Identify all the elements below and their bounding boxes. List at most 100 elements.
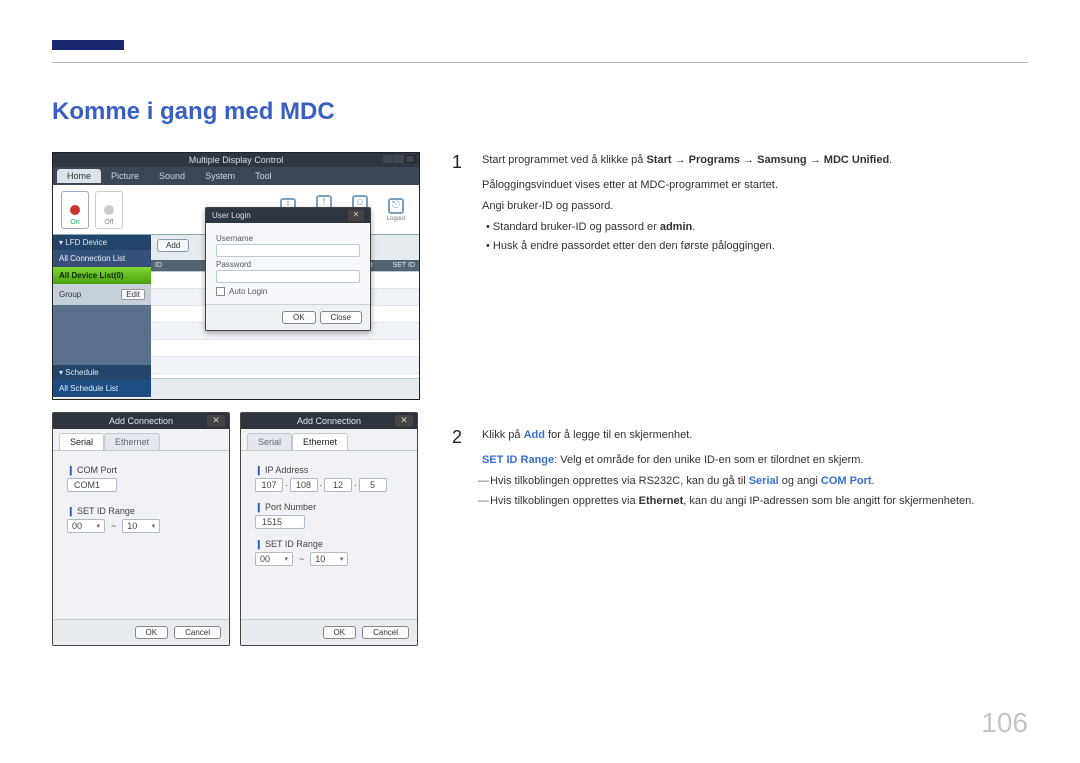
comport-keyword: COM Port bbox=[821, 475, 872, 487]
range-from-value: 00 bbox=[260, 554, 270, 564]
auto-login-checkbox[interactable] bbox=[216, 287, 225, 296]
range-from-stepper[interactable]: 00 ▾ bbox=[255, 552, 293, 566]
col-setid: SET ID bbox=[393, 262, 415, 269]
sidebar-all-device-list[interactable]: All Device List(0) bbox=[53, 267, 151, 284]
step1-para1: Påloggingsvinduet vises etter at MDC-pro… bbox=[482, 177, 1028, 194]
password-input[interactable] bbox=[216, 270, 360, 283]
range-from-stepper[interactable]: 00▾ bbox=[67, 519, 105, 533]
close-icon[interactable]: ✕ bbox=[207, 415, 225, 427]
tab-ethernet[interactable]: Ethernet bbox=[104, 433, 160, 450]
app-title: Multiple Display Control bbox=[189, 155, 284, 165]
close-icon[interactable]: ✕ bbox=[395, 415, 413, 427]
step-number: 1 bbox=[452, 152, 470, 257]
setid-range-text: : Velg et område for den unike ID-en som… bbox=[554, 454, 863, 466]
step1-lead: Start programmet ved å klikke på bbox=[482, 154, 646, 166]
minimize-icon[interactable] bbox=[383, 155, 393, 163]
step1-bullet2: Husk å endre passordet etter den den før… bbox=[486, 238, 1028, 255]
step-2: 2 Klikk på Add for å legge til en skjerm… bbox=[452, 427, 1028, 513]
sidebar-lfd-section[interactable]: ▾ LFD Device bbox=[53, 235, 151, 250]
chevron-updown-icon: ▾ bbox=[284, 555, 288, 563]
step-1: 1 Start programmet ved å klikke på Start… bbox=[452, 152, 1028, 257]
power-on-button[interactable]: On bbox=[61, 191, 89, 229]
add-connection-ethernet-dialog: Add Connection ✕ Serial Ethernet IP Addr… bbox=[240, 412, 418, 646]
ethernet-keyword: Ethernet bbox=[639, 495, 684, 507]
dialog-title: Add Connection bbox=[297, 416, 361, 426]
tab-picture[interactable]: Picture bbox=[101, 169, 149, 183]
login-dialog-title: User Login bbox=[212, 211, 251, 220]
step2-dash1: Hvis tilkoblingen opprettes via RS232C, … bbox=[492, 473, 1028, 490]
ok-button[interactable]: OK bbox=[323, 626, 357, 639]
add-connection-dialogs: Add Connection ✕ Serial Ethernet COM Por… bbox=[52, 412, 422, 646]
user-login-dialog: User Login ✕ Username Password Auto Logi… bbox=[205, 207, 371, 331]
username-input[interactable] bbox=[216, 244, 360, 257]
sidebar-group-row: Group Edit bbox=[53, 284, 151, 305]
dialog-title: Add Connection bbox=[109, 416, 173, 426]
ok-button[interactable]: OK bbox=[135, 626, 169, 639]
auto-login-label: Auto Login bbox=[229, 287, 267, 296]
main-tabs: Home Picture Sound System Tool bbox=[53, 167, 419, 185]
port-number-input[interactable]: 1515 bbox=[255, 515, 305, 529]
ip-oct4[interactable]: 5 bbox=[359, 478, 387, 492]
setid-range-keyword: SET ID Range bbox=[482, 454, 554, 466]
cancel-button[interactable]: Cancel bbox=[174, 626, 221, 639]
login-close-button[interactable]: Close bbox=[320, 311, 362, 324]
range-separator: ~ bbox=[299, 554, 304, 564]
chevron-updown-icon: ▾ bbox=[96, 522, 100, 530]
tab-serial[interactable]: Serial bbox=[59, 433, 104, 450]
tab-tool[interactable]: Tool bbox=[245, 169, 282, 183]
edit-button[interactable]: Edit bbox=[121, 289, 145, 300]
ip-oct3[interactable]: 12 bbox=[324, 478, 352, 492]
ip-oct1[interactable]: 107 bbox=[255, 478, 283, 492]
window-buttons bbox=[383, 155, 415, 163]
tab-serial[interactable]: Serial bbox=[247, 433, 292, 450]
power-on-label: On bbox=[70, 219, 79, 226]
screenshot-column: Multiple Display Control Home Picture So… bbox=[52, 152, 422, 646]
range-to-stepper[interactable]: 10 ▾ bbox=[310, 552, 348, 566]
logout-icon: ⎋ bbox=[388, 198, 404, 214]
range-to-stepper[interactable]: 10 ▾ bbox=[122, 519, 160, 533]
chevron-updown-icon: ▾ bbox=[340, 555, 344, 563]
close-icon[interactable]: ✕ bbox=[348, 210, 364, 221]
ip-address-input[interactable]: 107. 108. 12. 5 bbox=[255, 478, 403, 492]
header-accent-bar bbox=[52, 40, 124, 50]
logout-button[interactable]: ⎋ Logout bbox=[379, 190, 413, 230]
logout-label: Logout bbox=[387, 216, 405, 222]
power-off-label: Off bbox=[104, 219, 113, 226]
group-label: Group bbox=[59, 290, 81, 299]
path-programs: Programs bbox=[689, 154, 740, 166]
maximize-icon[interactable] bbox=[394, 155, 404, 163]
range-to-value: 10 bbox=[127, 521, 137, 531]
path-mdc-unified: MDC Unified bbox=[824, 154, 889, 166]
login-ok-button[interactable]: OK bbox=[282, 311, 316, 324]
password-label: Password bbox=[216, 260, 360, 269]
ip-oct2[interactable]: 108 bbox=[290, 478, 318, 492]
range-to-value: 10 bbox=[315, 554, 325, 564]
tab-sound[interactable]: Sound bbox=[149, 169, 195, 183]
add-keyword: Add bbox=[524, 429, 545, 441]
set-id-range-label: SET ID Range bbox=[255, 539, 403, 550]
ip-address-label: IP Address bbox=[255, 465, 403, 476]
sidebar-all-connection-list[interactable]: All Connection List bbox=[53, 250, 151, 267]
mdc-app-window: Multiple Display Control Home Picture So… bbox=[52, 152, 420, 400]
tab-ethernet[interactable]: Ethernet bbox=[292, 433, 348, 450]
tab-system[interactable]: System bbox=[195, 169, 245, 183]
port-number-label: Port Number bbox=[255, 502, 403, 513]
com-port-select[interactable]: COM1 bbox=[67, 478, 117, 492]
step2-dash2: Hvis tilkoblingen opprettes via Ethernet… bbox=[492, 493, 1028, 510]
tab-home[interactable]: Home bbox=[57, 169, 101, 183]
close-icon[interactable] bbox=[405, 155, 415, 163]
header-rule bbox=[52, 62, 1028, 63]
add-connection-serial-dialog: Add Connection ✕ Serial Ethernet COM Por… bbox=[52, 412, 230, 646]
chevron-updown-icon: ▾ bbox=[152, 522, 156, 530]
col-id: ID bbox=[155, 262, 162, 269]
instruction-column: 1 Start programmet ved å klikke på Start… bbox=[452, 152, 1028, 527]
sidebar-all-schedule-list[interactable]: All Schedule List bbox=[53, 380, 151, 397]
path-samsung: Samsung bbox=[757, 154, 807, 166]
serial-keyword: Serial bbox=[749, 475, 779, 487]
set-id-range-label: SET ID Range bbox=[67, 506, 215, 517]
cancel-button[interactable]: Cancel bbox=[362, 626, 409, 639]
add-button[interactable]: Add bbox=[157, 239, 189, 252]
page-title: Komme i gang med MDC bbox=[52, 98, 335, 126]
sidebar-schedule-section[interactable]: ▾ Schedule bbox=[53, 365, 151, 380]
power-off-button[interactable]: Off bbox=[95, 191, 123, 229]
